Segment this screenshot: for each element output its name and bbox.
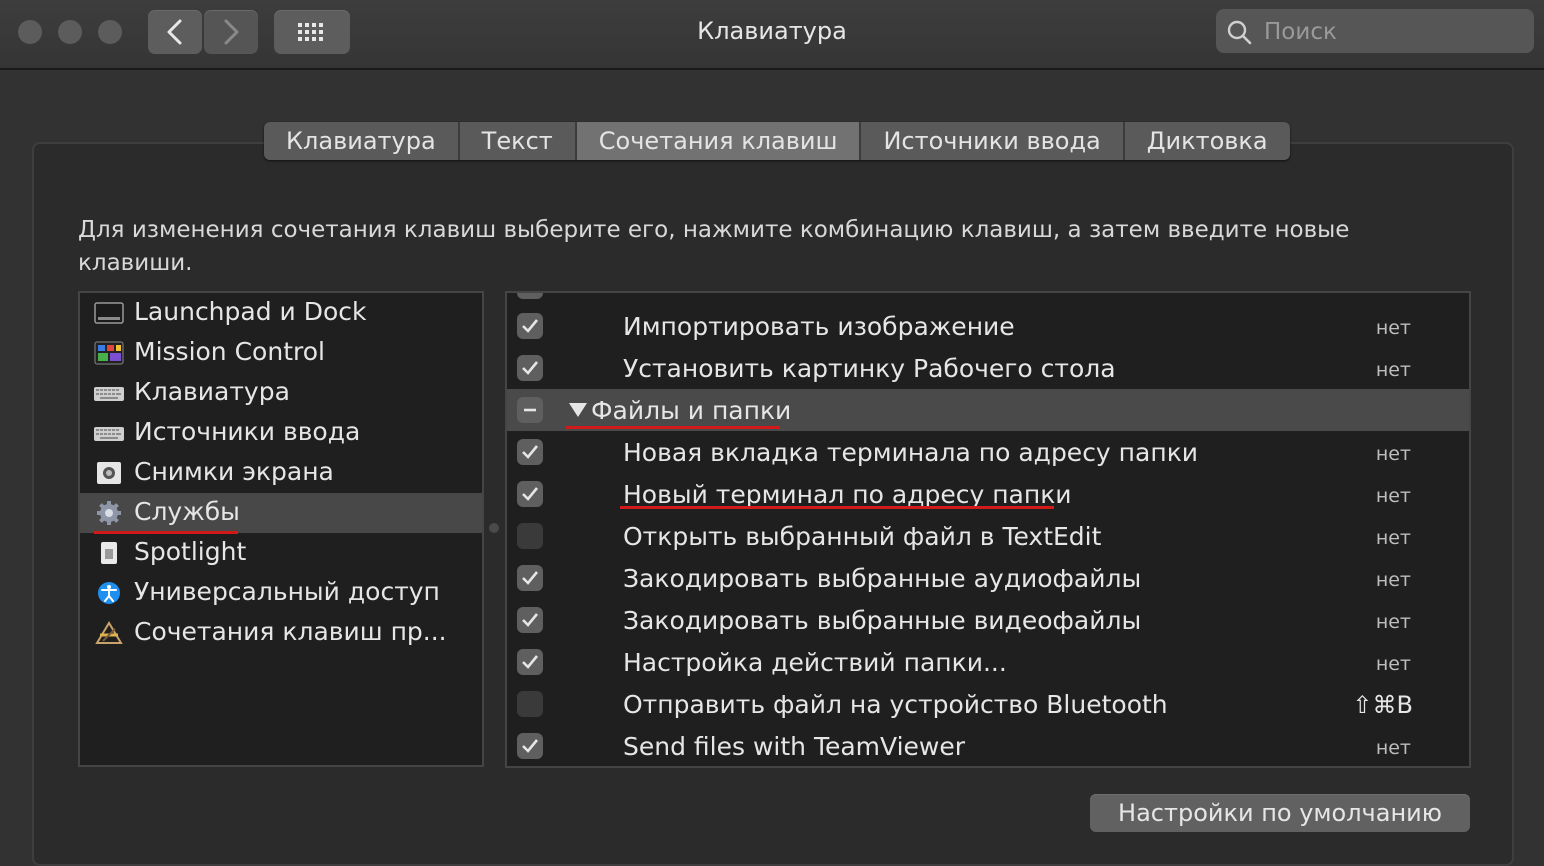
checkmark-icon — [522, 487, 539, 501]
tab-bar: Клавиатура Текст Сочетания клавиш Источн… — [264, 122, 1290, 160]
list-row[interactable]: Send files with TeamViewer нет — [507, 725, 1469, 766]
checkmark-icon — [522, 739, 539, 753]
list-row[interactable]: Открыть выбранный файл в TextEdit нет — [507, 515, 1469, 557]
shortcut-value[interactable]: нет — [1376, 611, 1411, 633]
group-label: Файлы и папки — [591, 396, 792, 425]
category-label: Launchpad и Dock — [134, 297, 367, 326]
category-label: Источники ввода — [134, 417, 361, 446]
spotlight-icon — [101, 542, 117, 564]
list-row[interactable]: Настройка действий папки... нет — [507, 641, 1469, 683]
app-shortcuts-icon — [95, 621, 123, 644]
category-label: Сочетания клавиш пр... — [134, 617, 447, 646]
shortcut-value[interactable]: нет — [1376, 443, 1411, 465]
checkbox[interactable] — [517, 439, 543, 465]
service-label: Открыть выбранный файл в TextEdit — [623, 522, 1102, 551]
service-label: Закодировать выбранные видеофайлы — [623, 606, 1142, 635]
minus-icon — [524, 408, 536, 412]
tab-dictation[interactable]: Диктовка — [1125, 122, 1290, 160]
shortcut-value[interactable]: нет — [1376, 569, 1411, 591]
checkmark-icon — [522, 445, 539, 459]
group-row-files-folders[interactable]: Файлы и папки — [507, 389, 1469, 431]
list-row[interactable]: Закодировать выбранные видеофайлы нет — [507, 599, 1469, 641]
checkbox[interactable] — [517, 691, 543, 717]
list-row[interactable]: Закодировать выбранные аудиофайлы нет — [507, 557, 1469, 599]
annotation-underline — [94, 531, 238, 534]
service-label: Закодировать выбранные аудиофайлы — [623, 564, 1142, 593]
list-row[interactable]: Импортировать изображение нет — [507, 305, 1469, 347]
checkbox[interactable] — [517, 733, 543, 759]
mission-control-icon — [94, 341, 124, 365]
checkbox[interactable] — [517, 293, 543, 299]
checkmark-icon — [522, 361, 539, 375]
category-label: Mission Control — [134, 337, 325, 366]
category-label: Spotlight — [134, 537, 247, 566]
keyboard-icon — [94, 427, 124, 441]
list-row[interactable]: Отправить файл на устройство Bluetooth ⇧… — [507, 683, 1469, 725]
checkmark-icon — [522, 613, 539, 627]
search-icon — [1227, 20, 1252, 45]
checkbox[interactable] — [517, 649, 543, 675]
category-keyboard[interactable]: Клавиатура — [80, 373, 482, 413]
category-label: Универсальный доступ — [134, 577, 440, 606]
checkbox[interactable] — [517, 481, 543, 507]
checkbox[interactable] — [517, 355, 543, 381]
checkbox[interactable] — [517, 523, 543, 549]
shortcut-value[interactable]: нет — [1376, 737, 1411, 759]
annotation-underline — [620, 506, 1054, 509]
disclosure-triangle-icon[interactable] — [569, 402, 587, 418]
category-mission-control[interactable]: Mission Control — [80, 333, 482, 373]
shortcut-value[interactable]: нет — [1376, 485, 1411, 507]
category-app-shortcuts[interactable]: Сочетания клавиш пр... — [80, 613, 482, 653]
service-label: Настройка действий папки... — [623, 648, 1007, 677]
category-label: Службы — [134, 497, 240, 526]
service-label: Send files with TeamViewer — [623, 732, 966, 761]
service-label: Новый терминал по адресу папки — [623, 480, 1072, 509]
checkbox[interactable] — [517, 607, 543, 633]
shortcut-value[interactable]: нет — [1376, 527, 1411, 549]
title-bar: Клавиатура — [0, 0, 1544, 70]
checkmark-icon — [522, 655, 539, 669]
group-checkbox-mixed[interactable] — [517, 397, 543, 423]
service-label: Установить картинку Рабочего стола — [623, 354, 1116, 383]
annotation-underline — [566, 426, 780, 429]
category-services[interactable]: Службы — [80, 493, 482, 533]
checkbox[interactable] — [517, 565, 543, 591]
service-label: Импортировать изображение — [623, 312, 1015, 341]
service-label: Отправить файл на устройство Bluetooth — [623, 690, 1168, 719]
category-list: Launchpad и Dock Mission Control Клавиат… — [78, 291, 484, 767]
category-label: Клавиатура — [134, 377, 290, 406]
list-row[interactable]: Установить картинку Рабочего стола нет — [507, 347, 1469, 389]
keyboard-icon — [94, 387, 124, 401]
category-accessibility[interactable]: Универсальный доступ — [80, 573, 482, 613]
category-spotlight[interactable]: Spotlight — [80, 533, 482, 573]
tab-text[interactable]: Текст — [460, 122, 577, 160]
instructions-text: Для изменения сочетания клавиш выберите … — [78, 217, 1350, 276]
launchpad-dock-icon — [94, 302, 124, 324]
shortcut-value[interactable]: ⇧⌘B — [1352, 691, 1413, 719]
shortcuts-list: Импортировать изображение нет Установить… — [505, 291, 1471, 768]
search-field[interactable] — [1216, 9, 1534, 53]
tab-keyboard[interactable]: Клавиатура — [264, 122, 460, 160]
checkmark-icon — [522, 319, 539, 333]
tab-shortcuts[interactable]: Сочетания клавиш — [576, 122, 862, 160]
category-launchpad-dock[interactable]: Launchpad и Dock — [80, 293, 482, 333]
splitter-handle[interactable] — [489, 523, 499, 533]
search-input[interactable] — [1262, 15, 1526, 49]
tab-input-sources[interactable]: Источники ввода — [861, 122, 1125, 160]
list-row[interactable]: Новая вкладка терминала по адресу папки … — [507, 431, 1469, 473]
screenshot-icon — [97, 462, 121, 484]
restore-defaults-button[interactable]: Настройки по умолчанию — [1090, 794, 1470, 832]
checkbox[interactable] — [517, 313, 543, 339]
checkmark-icon — [522, 571, 539, 585]
gear-icon — [97, 501, 121, 525]
shortcut-value[interactable]: нет — [1376, 317, 1411, 339]
category-screenshots[interactable]: Снимки экрана — [80, 453, 482, 493]
accessibility-icon — [98, 582, 120, 604]
category-input-sources[interactable]: Источники ввода — [80, 413, 482, 453]
shortcut-value[interactable]: нет — [1376, 359, 1411, 381]
service-label: Новая вкладка терминала по адресу папки — [623, 438, 1199, 467]
category-label: Снимки экрана — [134, 457, 334, 486]
shortcut-value[interactable]: нет — [1376, 653, 1411, 675]
